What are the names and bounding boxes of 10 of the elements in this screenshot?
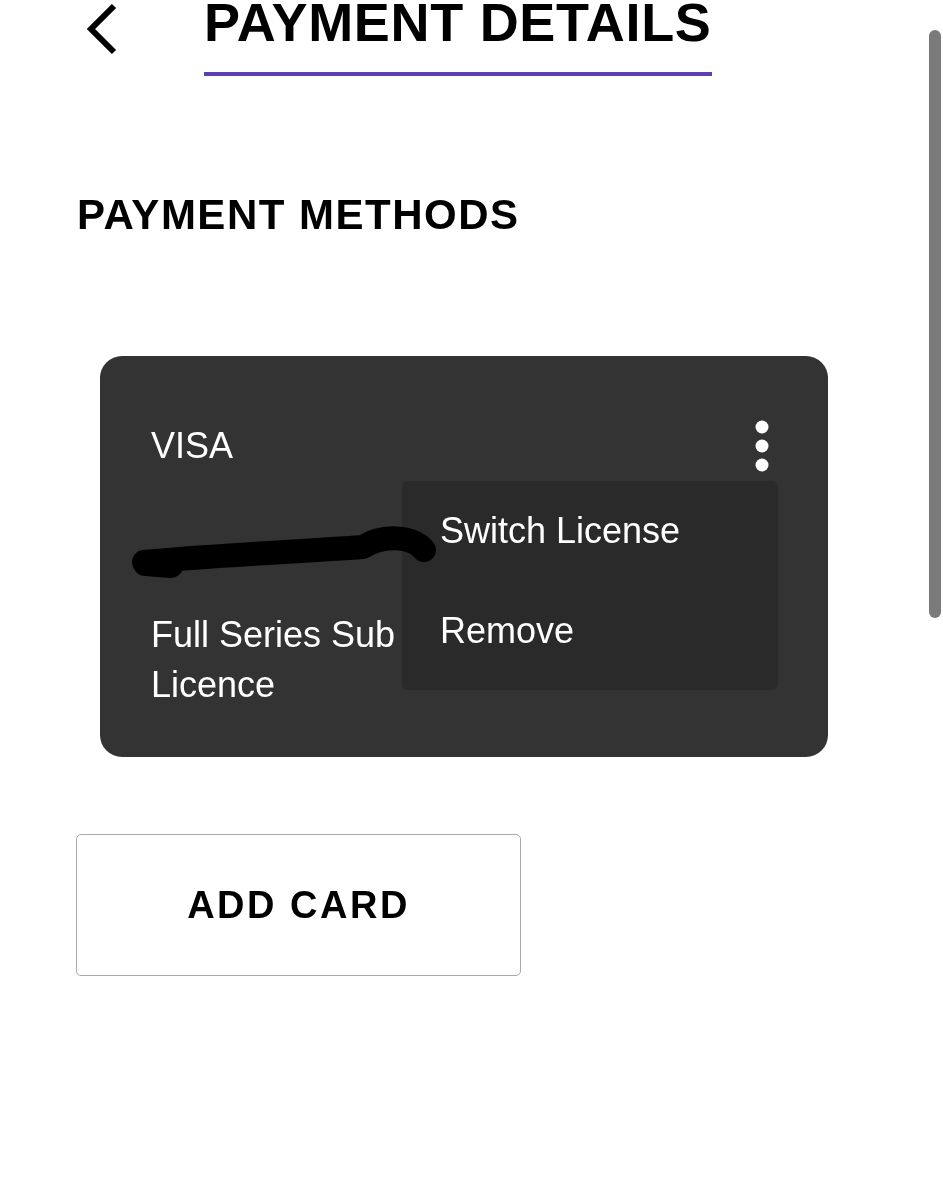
page-title: PAYMENT DETAILS [204, 0, 712, 52]
add-card-button[interactable]: ADD CARD [76, 834, 521, 976]
plan-text: Licence [151, 663, 276, 707]
plan-text: Full Series Sub [151, 613, 396, 657]
card-brand: VISA [151, 424, 234, 468]
back-icon[interactable] [85, 3, 118, 55]
section-heading: PAYMENT METHODS [77, 191, 520, 238]
menu-item[interactable]: Switch License [402, 481, 778, 581]
more-options-icon[interactable] [755, 420, 769, 472]
menu-item[interactable]: Remove [402, 581, 778, 681]
